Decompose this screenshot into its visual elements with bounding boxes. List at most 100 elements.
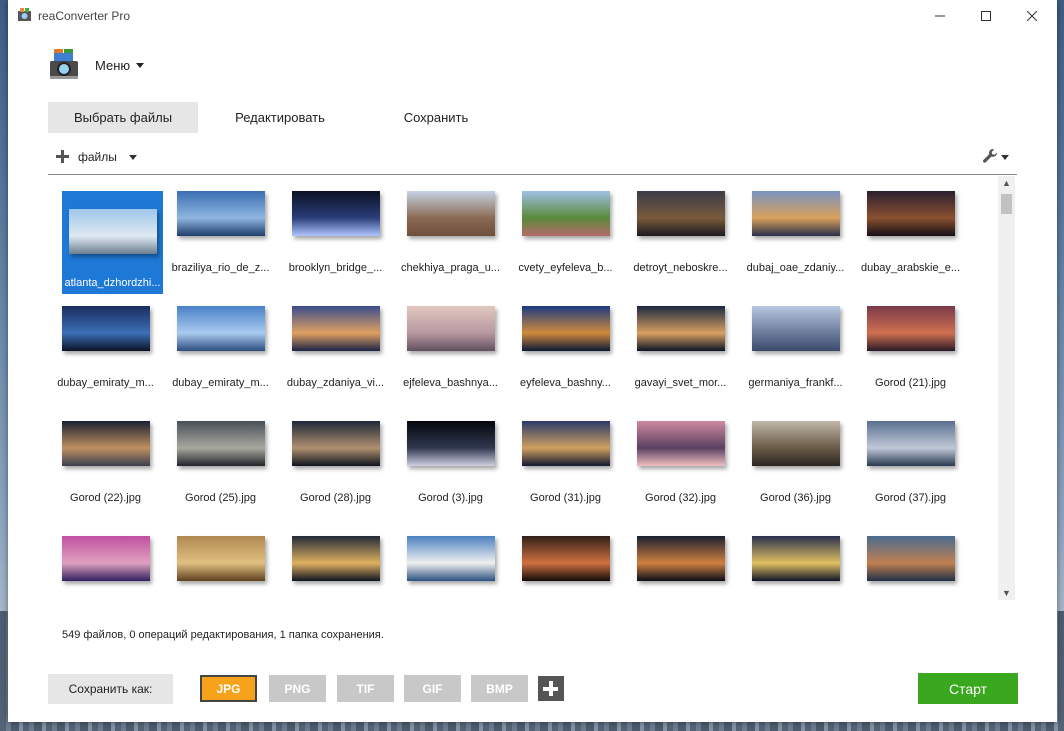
window-title: reaConverter Pro <box>38 9 131 23</box>
format-button-png[interactable]: PNG <box>269 675 326 702</box>
close-button[interactable] <box>1009 0 1055 31</box>
file-thumbnail-item[interactable]: dubay_zdaniya_vi... <box>278 291 393 399</box>
tab-save[interactable]: Сохранить <box>384 102 488 133</box>
wrench-icon[interactable] <box>982 148 998 164</box>
file-thumbnail-item[interactable] <box>623 521 738 600</box>
close-icon <box>1027 10 1037 21</box>
tab-edit[interactable]: Редактировать <box>218 102 342 133</box>
chevron-down-icon[interactable] <box>1001 155 1009 160</box>
chevron-down-icon[interactable] <box>129 155 137 160</box>
file-name-label: germaniya_frankf... <box>748 377 843 389</box>
file-thumbnail-item[interactable]: braziliya_rio_de_z... <box>163 176 278 284</box>
file-thumbnail-item[interactable] <box>738 521 853 600</box>
thumbnail-image <box>407 536 495 581</box>
file-thumbnail-item[interactable]: gavayi_svet_mor... <box>623 291 738 399</box>
menu-button[interactable]: Меню <box>95 58 130 73</box>
status-text: 549 файлов, 0 операций редактирования, 1… <box>62 629 384 641</box>
file-thumbnail-item[interactable] <box>163 521 278 600</box>
file-grid[interactable]: atlanta_dzhordzhi... braziliya_rio_de_z..… <box>48 176 998 600</box>
add-icon[interactable] <box>56 150 69 163</box>
thumbnail-image <box>752 306 840 351</box>
start-button[interactable]: Старт <box>918 673 1018 704</box>
format-button-jpg[interactable]: JPG <box>200 675 257 702</box>
thumbnail-image <box>522 191 610 236</box>
file-thumbnail-item[interactable]: Gorod (32).jpg <box>623 406 738 514</box>
add-files-button[interactable]: файлы <box>78 150 117 164</box>
file-name-label: Gorod (21).jpg <box>875 377 946 389</box>
file-thumbnail-item[interactable]: dubaj_oae_zdaniy... <box>738 176 853 284</box>
file-name-label: Gorod (28).jpg <box>300 492 371 504</box>
file-name-label: Gorod (32).jpg <box>645 492 716 504</box>
thumbnail-image <box>867 306 955 351</box>
file-thumbnail-item[interactable]: brooklyn_bridge_... <box>278 176 393 284</box>
file-name-label: dubaj_oae_zdaniy... <box>746 262 845 274</box>
file-thumbnail-item[interactable]: Gorod (37).jpg <box>853 406 968 514</box>
thumbnail-image <box>637 421 725 466</box>
thumbnail-image <box>62 421 150 466</box>
app-logo-icon[interactable] <box>48 47 80 81</box>
file-thumbnail-item[interactable] <box>48 521 163 600</box>
file-name-label: Gorod (3).jpg <box>418 492 483 504</box>
file-name-label: dubay_zdaniya_vi... <box>286 377 385 389</box>
file-thumbnail-item[interactable]: Gorod (22).jpg <box>48 406 163 514</box>
file-name-label: cvety_eyfeleva_b... <box>518 262 613 274</box>
file-thumbnail-item[interactable]: detroyt_neboskre... <box>623 176 738 284</box>
format-button-tif[interactable]: TIF <box>337 675 394 702</box>
file-thumbnail-item[interactable]: germaniya_frankf... <box>738 291 853 399</box>
maximize-button[interactable] <box>963 0 1009 31</box>
file-thumbnail-item[interactable]: dubay_emiraty_m... <box>48 291 163 399</box>
file-thumbnail-item[interactable]: Gorod (21).jpg <box>853 291 968 399</box>
app-icon <box>18 8 31 21</box>
file-thumbnail-item[interactable]: Gorod (3).jpg <box>393 406 508 514</box>
file-thumbnail-item[interactable]: dubay_arabskie_e... <box>853 176 968 284</box>
file-thumbnail-item[interactable]: atlanta_dzhordzhi... <box>62 191 163 294</box>
minimize-icon <box>935 15 945 16</box>
app-window: reaConverter Pro Меню Выбрать файлы Реда… <box>8 0 1057 722</box>
scroll-down-button[interactable]: ▼ <box>998 586 1015 600</box>
file-thumbnail-item[interactable]: dubay_emiraty_m... <box>163 291 278 399</box>
format-button-gif[interactable]: GIF <box>404 675 461 702</box>
thumbnail-image <box>522 306 610 351</box>
file-thumbnail-item[interactable] <box>508 521 623 600</box>
scroll-up-button[interactable]: ▲ <box>998 176 1015 190</box>
thumbnail-image <box>407 421 495 466</box>
thumbnail-image <box>62 536 150 581</box>
file-name-label: Gorod (36).jpg <box>760 492 831 504</box>
thumbnail-image <box>637 191 725 236</box>
file-thumbnail-item[interactable] <box>853 521 968 600</box>
chevron-down-icon[interactable] <box>136 63 144 68</box>
file-thumbnail-item[interactable] <box>278 521 393 600</box>
add-format-button[interactable] <box>538 676 564 701</box>
save-as-label: Сохранить как: <box>48 674 173 704</box>
scrollbar[interactable]: ▲ ▼ <box>998 176 1015 600</box>
file-thumbnail-item[interactable] <box>393 521 508 600</box>
file-thumbnail-item[interactable]: cvety_eyfeleva_b... <box>508 176 623 284</box>
title-bar[interactable]: reaConverter Pro <box>8 0 1057 31</box>
file-name-label: detroyt_neboskre... <box>633 262 728 274</box>
thumbnail-image <box>62 306 150 351</box>
thumbnail-image <box>752 536 840 581</box>
thumbnail-image <box>637 306 725 351</box>
scroll-thumb[interactable] <box>1001 194 1012 214</box>
thumbnail-image <box>177 191 265 236</box>
file-thumbnail-item[interactable]: Gorod (28).jpg <box>278 406 393 514</box>
file-name-label: Gorod (37).jpg <box>875 492 946 504</box>
file-thumbnail-item[interactable]: Gorod (36).jpg <box>738 406 853 514</box>
file-thumbnail-item[interactable]: ejfeleva_bashnya... <box>393 291 508 399</box>
thumbnail-image <box>177 421 265 466</box>
file-thumbnail-item[interactable]: Gorod (25).jpg <box>163 406 278 514</box>
file-name-label: atlanta_dzhordzhi... <box>64 277 161 289</box>
divider <box>48 174 1017 175</box>
file-name-label: Gorod (25).jpg <box>185 492 256 504</box>
thumbnail-image <box>292 191 380 236</box>
file-thumbnail-item[interactable]: Gorod (31).jpg <box>508 406 623 514</box>
format-button-bmp[interactable]: BMP <box>471 675 528 702</box>
file-name-label: Gorod (31).jpg <box>530 492 601 504</box>
file-name-label: eyfeleva_bashny... <box>520 377 611 389</box>
file-thumbnail-item[interactable]: eyfeleva_bashny... <box>508 291 623 399</box>
tab-select-files[interactable]: Выбрать файлы <box>48 102 198 133</box>
thumbnail-image <box>867 536 955 581</box>
file-thumbnail-item[interactable]: chekhiya_praga_u... <box>393 176 508 284</box>
minimize-button[interactable] <box>917 0 963 31</box>
file-name-label: Gorod (22).jpg <box>70 492 141 504</box>
